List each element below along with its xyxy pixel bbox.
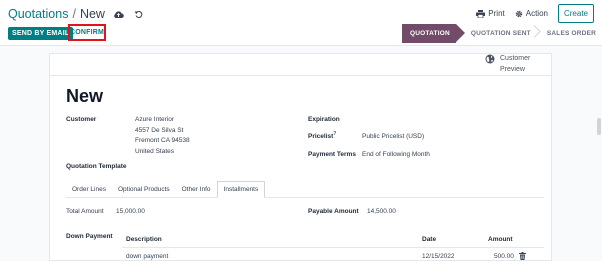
column-header-date[interactable]: Date [422, 236, 436, 243]
column-header-amount[interactable]: Amount [488, 236, 513, 243]
breadcrumb-current: New [79, 7, 105, 21]
pricelist-help-icon[interactable]: ? [333, 131, 336, 137]
tab-order-lines[interactable]: Order Lines [66, 181, 112, 198]
customer-preview-label: Customer Preview [500, 55, 531, 73]
total-amount-value: 15,000.00 [116, 208, 145, 215]
breadcrumb: Quotations / New [8, 6, 145, 22]
customer-country: United States [135, 147, 175, 155]
quotation-template-label: Quotation Template [66, 163, 127, 170]
record-title: New [66, 86, 104, 106]
sheet-button-box-divider [50, 75, 551, 76]
customer-name: Azure Interior [135, 116, 175, 123]
tab-optional-products[interactable]: Optional Products [111, 181, 176, 198]
create-button[interactable]: Create [557, 4, 594, 23]
customer-street: 4557 De Silva St [135, 126, 184, 134]
action-menu[interactable]: Action [515, 9, 548, 18]
down-payment-label: Down Payment [66, 233, 113, 240]
payment-terms-field[interactable]: End of Following Month [362, 151, 430, 158]
stage-sales-order[interactable]: SALES ORDER [537, 24, 602, 43]
payable-amount-value: 14,500.00 [367, 208, 396, 215]
total-amount-label: Total Amount [66, 208, 104, 215]
form-sheet [49, 53, 552, 261]
tab-installments[interactable]: Installments [216, 181, 266, 198]
print-icon [476, 9, 486, 18]
print-menu[interactable]: Print [476, 9, 505, 18]
row-amount[interactable]: 500.00 [494, 253, 514, 260]
column-header-description[interactable]: Description [126, 236, 162, 243]
trash-icon[interactable] [519, 252, 526, 260]
table-header-divider [122, 247, 544, 248]
top-actions: Print Action Create [476, 4, 594, 23]
stage-quotation[interactable]: QUOTATION [402, 24, 465, 43]
expiration-label: Expiration [308, 116, 340, 123]
scrollbar-thumb[interactable] [597, 118, 601, 135]
breadcrumb-quotations-link[interactable]: Quotations [8, 7, 68, 21]
pricelist-label: Pricelist? [308, 131, 337, 141]
action-label: Action [525, 9, 548, 18]
send-by-email-button[interactable]: SEND BY EMAIL [8, 27, 74, 40]
payment-terms-label: Payment Terms [308, 151, 356, 158]
quotation-template-field[interactable] [135, 163, 285, 172]
undo-icon[interactable] [133, 8, 145, 20]
confirm-button[interactable]: CONFIRM [68, 24, 106, 41]
row-date[interactable]: 12/15/2022 [422, 253, 455, 260]
row-description[interactable]: down payment [126, 253, 168, 260]
pricelist-field[interactable]: Public Pricelist (USD) [362, 133, 424, 140]
tab-other-info[interactable]: Other Info [175, 181, 217, 198]
stage-quotation-sent[interactable]: QUOTATION SENT [461, 24, 537, 43]
gear-icon [515, 10, 522, 17]
cloud-upload-icon[interactable] [113, 8, 125, 20]
globe-icon [485, 54, 495, 64]
customer-field[interactable]: Azure Interior 4557 De Silva St Fremont … [135, 115, 190, 157]
customer-preview-button[interactable]: Customer Preview [485, 54, 538, 75]
print-label: Print [488, 9, 505, 18]
breadcrumb-separator: / [72, 7, 76, 21]
customer-city: Fremont CA 94538 [135, 137, 190, 144]
status-bar: QUOTATION QUOTATION SENT SALES ORDER [402, 24, 602, 43]
payable-amount-label: Payable Amount [308, 208, 359, 215]
form-tabs: Order Lines Optional Products Other Info… [66, 181, 266, 198]
customer-label: Customer [66, 116, 97, 123]
expiration-field[interactable] [362, 116, 512, 125]
